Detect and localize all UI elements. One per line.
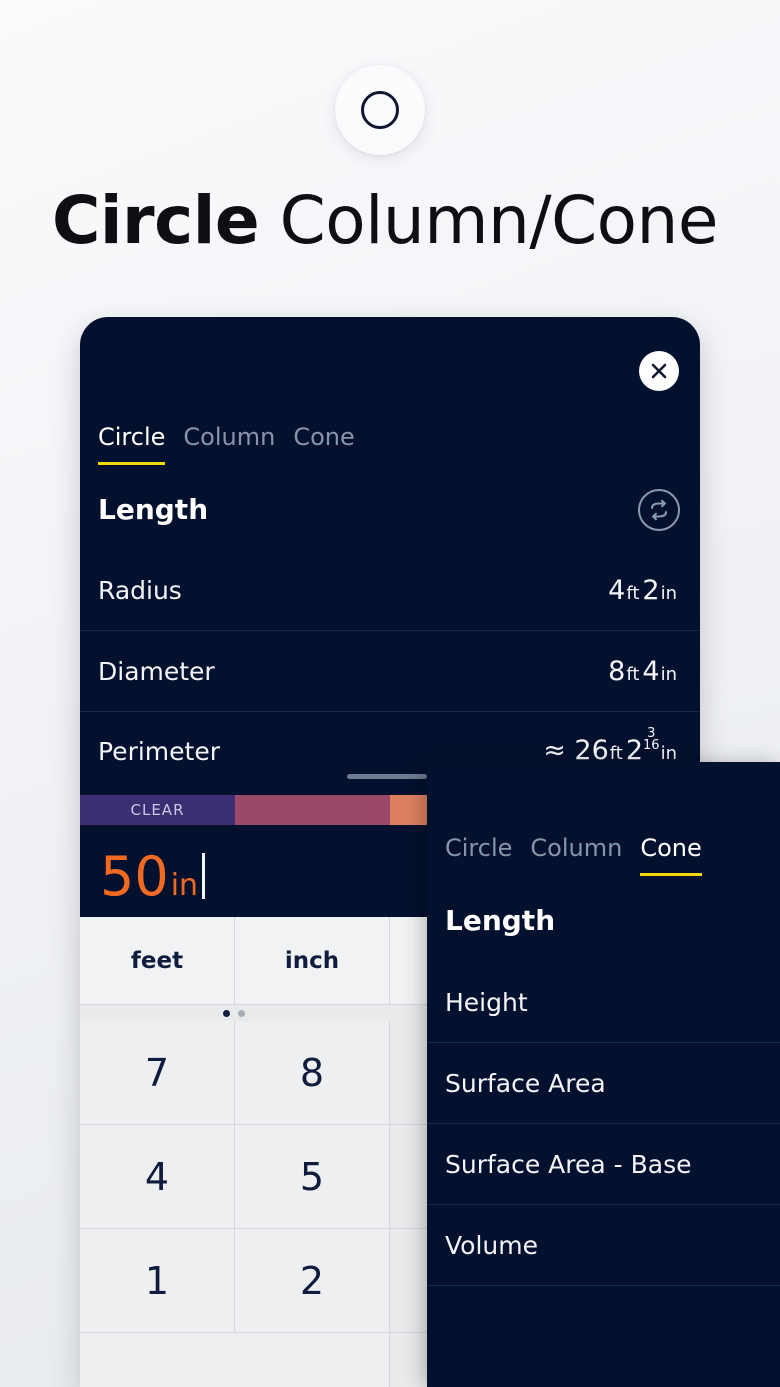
row-value: 8ft 4in — [608, 656, 680, 687]
shape-tabs: Circle Column Cone — [445, 834, 703, 876]
unit-key-row: feet inch — [80, 917, 427, 1005]
row-label: Height — [445, 987, 528, 1017]
key-4[interactable]: 4 — [80, 1125, 235, 1228]
tab-circle[interactable]: Circle — [98, 423, 166, 465]
row-label: Diameter — [98, 656, 215, 686]
key-0[interactable]: 0 — [80, 1333, 390, 1387]
drag-handle[interactable] — [347, 774, 427, 779]
swap-icon — [651, 499, 667, 521]
entry-unit: in — [170, 868, 199, 903]
page-indicator — [80, 1005, 427, 1021]
unit-in: in — [660, 663, 677, 685]
row-label: Volume — [445, 1230, 538, 1260]
toolbar-button-2[interactable] — [235, 795, 390, 825]
key-row: 4 5 — [80, 1125, 427, 1229]
result-row-volume[interactable]: Volume — [427, 1205, 780, 1286]
result-row-surface-area[interactable]: Surface Area — [427, 1043, 780, 1124]
result-row-surface-area-base[interactable]: Surface Area - Base — [427, 1124, 780, 1205]
unit-ft: ft — [626, 663, 640, 685]
unit-in: in — [660, 743, 677, 764]
page-dot — [237, 1009, 245, 1017]
key-5[interactable]: 5 — [235, 1125, 390, 1228]
value-inch: 4 — [642, 655, 660, 687]
title-light: Column/Cone — [259, 182, 719, 259]
fraction-denominator: 16 — [643, 738, 660, 753]
swap-button[interactable] — [638, 489, 680, 531]
result-row-height[interactable]: Height — [427, 962, 780, 1043]
key-row: 7 8 — [80, 1021, 427, 1125]
key-feet[interactable]: feet — [80, 917, 235, 1004]
value-feet: 4 — [608, 574, 626, 606]
title-bold: Circle — [52, 182, 260, 259]
row-label: Perimeter — [98, 737, 220, 766]
close-button[interactable] — [639, 351, 679, 391]
value-feet: 8 — [608, 655, 626, 687]
key-inch[interactable]: inch — [235, 917, 390, 1004]
value-inch: 2 — [642, 574, 660, 606]
cone-calculator-panel: Circle Column Cone Length Height Surface… — [427, 762, 780, 1387]
page-dot-active — [222, 1009, 230, 1017]
keypad: feet inch 7 8 4 5 1 2 0 — [80, 917, 427, 1387]
result-row-diameter[interactable]: Diameter 8ft 4in — [80, 631, 700, 712]
section-title: Length — [445, 904, 556, 937]
entry-display[interactable]: 50in — [100, 845, 206, 908]
result-list: Height Surface Area Surface Area - Base … — [427, 962, 780, 1286]
input-toolbar: CLEAR — [80, 795, 427, 825]
tab-cone[interactable]: Cone — [640, 834, 703, 876]
row-label: Surface Area — [445, 1068, 606, 1098]
row-value: 4ft 2in — [608, 575, 680, 606]
tab-column[interactable]: Column — [530, 834, 622, 876]
entry-value: 50 — [100, 845, 169, 908]
page-title: Circle Column/Cone — [52, 182, 718, 259]
circle-emblem — [335, 65, 425, 155]
shape-tabs: Circle Column Cone — [98, 423, 355, 465]
key-row: 1 2 — [80, 1229, 427, 1333]
row-value: ≈ 26ft 23 16in — [543, 727, 680, 766]
unit-ft: ft — [626, 582, 640, 604]
row-label: Radius — [98, 575, 182, 605]
unit-ft: ft — [609, 743, 623, 764]
toolbar-button-3[interactable] — [390, 795, 427, 825]
tab-circle[interactable]: Circle — [445, 834, 512, 876]
circle-icon — [361, 91, 399, 129]
unit-in: in — [660, 582, 677, 604]
key-1[interactable]: 1 — [80, 1229, 235, 1332]
value-fraction: 3 16 — [643, 727, 660, 753]
close-icon — [651, 363, 667, 379]
text-caret — [202, 853, 206, 899]
row-label: Surface Area - Base — [445, 1149, 692, 1179]
key-row: 0 — [80, 1333, 427, 1387]
tab-cone[interactable]: Cone — [293, 423, 354, 465]
result-list: Radius 4ft 2in Diameter 8ft 4in Perimeter … — [80, 550, 700, 774]
key-7[interactable]: 7 — [80, 1021, 235, 1124]
key-8[interactable]: 8 — [235, 1021, 390, 1124]
result-row-radius[interactable]: Radius 4ft 2in — [80, 550, 700, 631]
tab-column[interactable]: Column — [183, 423, 275, 465]
key-2[interactable]: 2 — [235, 1229, 390, 1332]
clear-button[interactable]: CLEAR — [80, 795, 235, 825]
section-title: Length — [98, 493, 209, 526]
